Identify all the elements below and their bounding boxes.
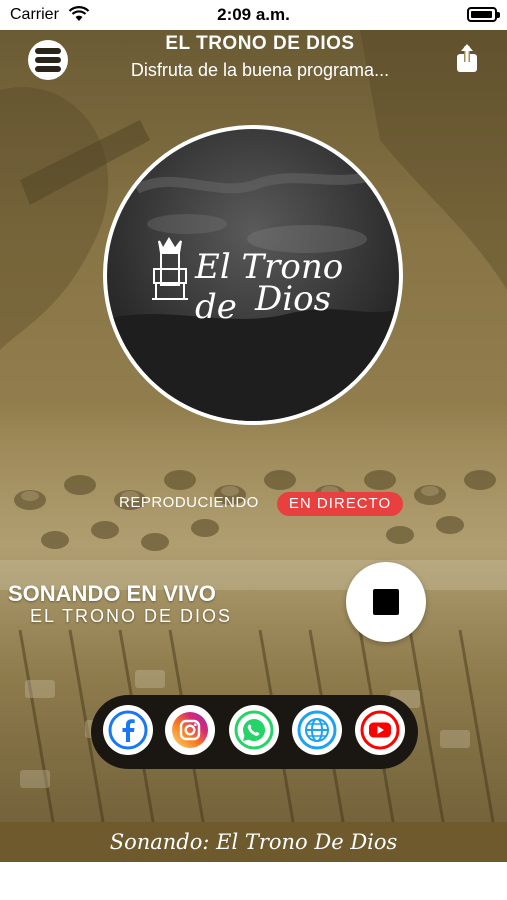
whatsapp-button[interactable] bbox=[229, 705, 279, 755]
web-button[interactable] bbox=[292, 705, 342, 755]
battery-icon bbox=[467, 7, 500, 22]
station-logo: El Trono de Dios bbox=[103, 125, 403, 425]
menu-button[interactable] bbox=[28, 40, 68, 80]
social-links-bar bbox=[91, 695, 418, 769]
hamburger-menu-icon bbox=[35, 48, 61, 54]
share-icon[interactable] bbox=[453, 44, 481, 74]
globe-icon bbox=[297, 710, 337, 750]
station-title: EL TRONO DE DIOS bbox=[165, 33, 355, 54]
clock: 2:09 a.m. bbox=[217, 5, 290, 24]
playing-status: REPRODUCIENDO bbox=[119, 494, 259, 511]
facebook-button[interactable] bbox=[103, 705, 153, 755]
stop-button[interactable] bbox=[346, 562, 426, 642]
instagram-button[interactable] bbox=[165, 705, 215, 755]
youtube-icon bbox=[360, 710, 400, 750]
now-playing-ticker: Sonando: El Trono De Dios bbox=[0, 822, 507, 862]
youtube-button[interactable] bbox=[355, 705, 405, 755]
instagram-icon bbox=[172, 712, 208, 748]
stop-icon bbox=[373, 589, 399, 615]
live-badge: EN DIRECTO bbox=[277, 492, 403, 516]
status-bar: Carrier 2:09 a.m. bbox=[0, 0, 507, 30]
logo-text-line2: Dios bbox=[255, 279, 332, 319]
now-playing-title: SONANDO EN VIVO bbox=[8, 581, 216, 606]
whatsapp-icon bbox=[234, 710, 274, 750]
throne-icon bbox=[152, 237, 188, 300]
now-playing-station: EL TRONO DE DIOS bbox=[30, 606, 233, 626]
facebook-icon bbox=[108, 710, 148, 750]
studio-background: EL TRONO DE DIOS Disfruta de la buena pr… bbox=[0, 30, 507, 862]
station-subtitle: Disfruta de la buena programa... bbox=[130, 60, 390, 80]
